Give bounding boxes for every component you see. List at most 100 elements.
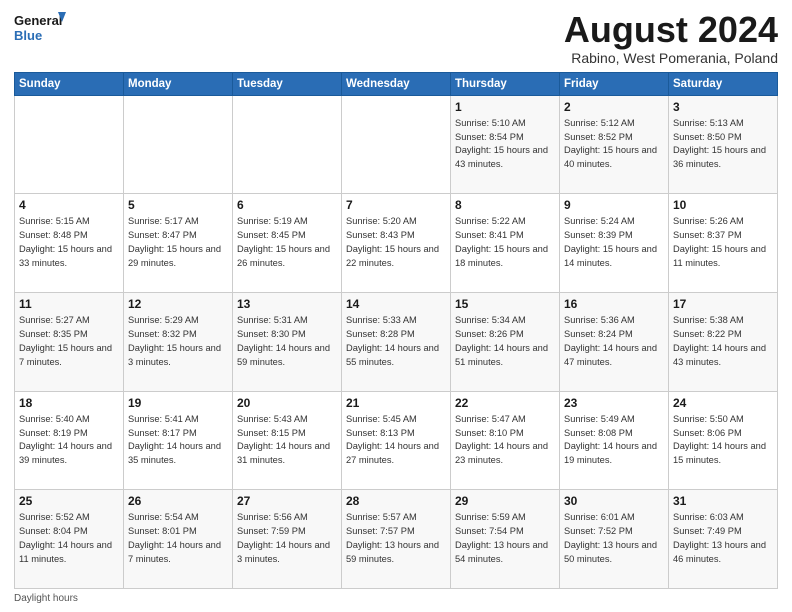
header-wednesday: Wednesday xyxy=(342,72,451,95)
day-number: 12 xyxy=(128,296,228,312)
day-info: Sunrise: 5:38 AMSunset: 8:22 PMDaylight:… xyxy=(673,315,766,366)
day-info: Sunrise: 5:22 AMSunset: 8:41 PMDaylight:… xyxy=(455,216,548,267)
day-info: Sunrise: 6:03 AMSunset: 7:49 PMDaylight:… xyxy=(673,512,766,563)
table-row: 27 Sunrise: 5:56 AMSunset: 7:59 PMDaylig… xyxy=(233,490,342,589)
table-row: 10 Sunrise: 5:26 AMSunset: 8:37 PMDaylig… xyxy=(669,194,778,293)
day-info: Sunrise: 5:34 AMSunset: 8:26 PMDaylight:… xyxy=(455,315,548,366)
day-info: Sunrise: 5:19 AMSunset: 8:45 PMDaylight:… xyxy=(237,216,330,267)
table-row: 11 Sunrise: 5:27 AMSunset: 8:35 PMDaylig… xyxy=(15,292,124,391)
day-info: Sunrise: 5:13 AMSunset: 8:50 PMDaylight:… xyxy=(673,118,766,169)
day-info: Sunrise: 5:49 AMSunset: 8:08 PMDaylight:… xyxy=(564,414,657,465)
table-row xyxy=(15,95,124,194)
calendar-header-row: Sunday Monday Tuesday Wednesday Thursday… xyxy=(15,72,778,95)
page-header: General Blue August 2024 Rabino, West Po… xyxy=(14,10,778,66)
day-info: Sunrise: 5:26 AMSunset: 8:37 PMDaylight:… xyxy=(673,216,766,267)
table-row: 8 Sunrise: 5:22 AMSunset: 8:41 PMDayligh… xyxy=(451,194,560,293)
day-info: Sunrise: 5:33 AMSunset: 8:28 PMDaylight:… xyxy=(346,315,439,366)
table-row xyxy=(342,95,451,194)
day-number: 17 xyxy=(673,296,773,312)
day-info: Sunrise: 5:57 AMSunset: 7:57 PMDaylight:… xyxy=(346,512,439,563)
header-sunday: Sunday xyxy=(15,72,124,95)
day-number: 28 xyxy=(346,493,446,509)
table-row: 17 Sunrise: 5:38 AMSunset: 8:22 PMDaylig… xyxy=(669,292,778,391)
day-number: 15 xyxy=(455,296,555,312)
day-info: Sunrise: 5:45 AMSunset: 8:13 PMDaylight:… xyxy=(346,414,439,465)
calendar-table: Sunday Monday Tuesday Wednesday Thursday… xyxy=(14,72,778,589)
table-row: 23 Sunrise: 5:49 AMSunset: 8:08 PMDaylig… xyxy=(560,391,669,490)
table-row xyxy=(124,95,233,194)
day-info: Sunrise: 5:10 AMSunset: 8:54 PMDaylight:… xyxy=(455,118,548,169)
day-number: 11 xyxy=(19,296,119,312)
day-info: Sunrise: 5:52 AMSunset: 8:04 PMDaylight:… xyxy=(19,512,112,563)
table-row: 30 Sunrise: 6:01 AMSunset: 7:52 PMDaylig… xyxy=(560,490,669,589)
header-thursday: Thursday xyxy=(451,72,560,95)
table-row: 6 Sunrise: 5:19 AMSunset: 8:45 PMDayligh… xyxy=(233,194,342,293)
header-friday: Friday xyxy=(560,72,669,95)
day-info: Sunrise: 5:29 AMSunset: 8:32 PMDaylight:… xyxy=(128,315,221,366)
calendar-week-row: 1 Sunrise: 5:10 AMSunset: 8:54 PMDayligh… xyxy=(15,95,778,194)
table-row: 15 Sunrise: 5:34 AMSunset: 8:26 PMDaylig… xyxy=(451,292,560,391)
title-block: August 2024 Rabino, West Pomerania, Pola… xyxy=(564,10,778,66)
table-row: 20 Sunrise: 5:43 AMSunset: 8:15 PMDaylig… xyxy=(233,391,342,490)
day-info: Sunrise: 6:01 AMSunset: 7:52 PMDaylight:… xyxy=(564,512,657,563)
table-row: 7 Sunrise: 5:20 AMSunset: 8:43 PMDayligh… xyxy=(342,194,451,293)
table-row: 14 Sunrise: 5:33 AMSunset: 8:28 PMDaylig… xyxy=(342,292,451,391)
table-row: 28 Sunrise: 5:57 AMSunset: 7:57 PMDaylig… xyxy=(342,490,451,589)
day-number: 14 xyxy=(346,296,446,312)
table-row: 24 Sunrise: 5:50 AMSunset: 8:06 PMDaylig… xyxy=(669,391,778,490)
day-number: 19 xyxy=(128,395,228,411)
header-saturday: Saturday xyxy=(669,72,778,95)
day-number: 18 xyxy=(19,395,119,411)
subtitle: Rabino, West Pomerania, Poland xyxy=(564,50,778,66)
day-number: 27 xyxy=(237,493,337,509)
table-row: 21 Sunrise: 5:45 AMSunset: 8:13 PMDaylig… xyxy=(342,391,451,490)
day-number: 31 xyxy=(673,493,773,509)
day-info: Sunrise: 5:50 AMSunset: 8:06 PMDaylight:… xyxy=(673,414,766,465)
table-row: 9 Sunrise: 5:24 AMSunset: 8:39 PMDayligh… xyxy=(560,194,669,293)
header-monday: Monday xyxy=(124,72,233,95)
day-info: Sunrise: 5:12 AMSunset: 8:52 PMDaylight:… xyxy=(564,118,657,169)
day-number: 6 xyxy=(237,197,337,213)
day-info: Sunrise: 5:20 AMSunset: 8:43 PMDaylight:… xyxy=(346,216,439,267)
day-number: 29 xyxy=(455,493,555,509)
table-row: 5 Sunrise: 5:17 AMSunset: 8:47 PMDayligh… xyxy=(124,194,233,293)
day-number: 1 xyxy=(455,99,555,115)
day-number: 7 xyxy=(346,197,446,213)
table-row: 1 Sunrise: 5:10 AMSunset: 8:54 PMDayligh… xyxy=(451,95,560,194)
main-title: August 2024 xyxy=(564,10,778,50)
table-row: 3 Sunrise: 5:13 AMSunset: 8:50 PMDayligh… xyxy=(669,95,778,194)
day-number: 2 xyxy=(564,99,664,115)
day-info: Sunrise: 5:59 AMSunset: 7:54 PMDaylight:… xyxy=(455,512,548,563)
table-row: 31 Sunrise: 6:03 AMSunset: 7:49 PMDaylig… xyxy=(669,490,778,589)
table-row xyxy=(233,95,342,194)
logo-svg: General Blue xyxy=(14,10,66,46)
table-row: 25 Sunrise: 5:52 AMSunset: 8:04 PMDaylig… xyxy=(15,490,124,589)
day-number: 9 xyxy=(564,197,664,213)
day-number: 30 xyxy=(564,493,664,509)
day-info: Sunrise: 5:24 AMSunset: 8:39 PMDaylight:… xyxy=(564,216,657,267)
table-row: 29 Sunrise: 5:59 AMSunset: 7:54 PMDaylig… xyxy=(451,490,560,589)
day-info: Sunrise: 5:31 AMSunset: 8:30 PMDaylight:… xyxy=(237,315,330,366)
day-number: 16 xyxy=(564,296,664,312)
header-tuesday: Tuesday xyxy=(233,72,342,95)
day-info: Sunrise: 5:56 AMSunset: 7:59 PMDaylight:… xyxy=(237,512,330,563)
day-number: 13 xyxy=(237,296,337,312)
day-number: 8 xyxy=(455,197,555,213)
table-row: 2 Sunrise: 5:12 AMSunset: 8:52 PMDayligh… xyxy=(560,95,669,194)
day-info: Sunrise: 5:47 AMSunset: 8:10 PMDaylight:… xyxy=(455,414,548,465)
table-row: 16 Sunrise: 5:36 AMSunset: 8:24 PMDaylig… xyxy=(560,292,669,391)
table-row: 13 Sunrise: 5:31 AMSunset: 8:30 PMDaylig… xyxy=(233,292,342,391)
day-number: 25 xyxy=(19,493,119,509)
table-row: 26 Sunrise: 5:54 AMSunset: 8:01 PMDaylig… xyxy=(124,490,233,589)
day-number: 4 xyxy=(19,197,119,213)
table-row: 4 Sunrise: 5:15 AMSunset: 8:48 PMDayligh… xyxy=(15,194,124,293)
day-info: Sunrise: 5:41 AMSunset: 8:17 PMDaylight:… xyxy=(128,414,221,465)
day-info: Sunrise: 5:27 AMSunset: 8:35 PMDaylight:… xyxy=(19,315,112,366)
logo: General Blue xyxy=(14,10,66,46)
day-number: 22 xyxy=(455,395,555,411)
table-row: 12 Sunrise: 5:29 AMSunset: 8:32 PMDaylig… xyxy=(124,292,233,391)
table-row: 19 Sunrise: 5:41 AMSunset: 8:17 PMDaylig… xyxy=(124,391,233,490)
day-number: 26 xyxy=(128,493,228,509)
day-number: 5 xyxy=(128,197,228,213)
calendar-week-row: 18 Sunrise: 5:40 AMSunset: 8:19 PMDaylig… xyxy=(15,391,778,490)
